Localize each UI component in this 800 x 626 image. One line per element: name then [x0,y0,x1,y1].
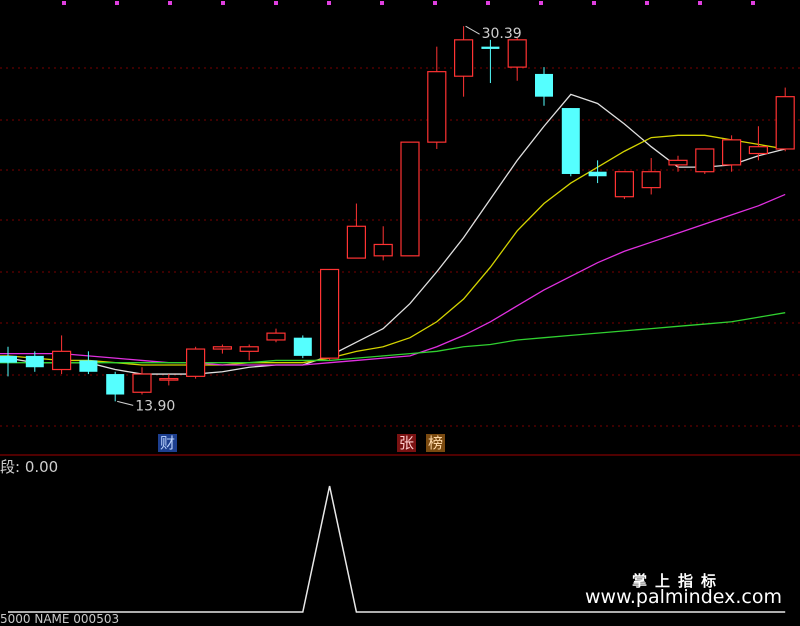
top-marker [380,1,384,5]
top-marker [221,1,225,5]
high-label: 30.39 [482,26,522,42]
top-marker [592,1,596,5]
top-marker [274,1,278,5]
sub-panel-label: 段: 0.00 [0,458,59,476]
high-pointer [465,25,480,35]
top-marker [645,1,649,5]
candle-body [132,373,152,393]
badge-zhang: 张 [397,434,417,452]
candle-body [51,350,72,371]
candle-body [427,71,447,143]
low-label: 13.90 [135,398,175,414]
candle-body [561,108,580,174]
candle-body [79,360,98,372]
candle-body [346,225,366,259]
top-marker [751,1,755,5]
candlestick-chart: 30.39 13.90 [0,1,800,613]
badge-bang: 榜 [426,434,446,452]
candle-body [320,268,340,359]
candle-body [212,346,232,350]
candle-body [535,73,553,97]
candle-body [668,159,688,166]
top-marker [698,1,702,5]
candle-body [641,171,661,189]
top-marker [486,1,490,5]
top-marker [539,1,543,5]
candle-body [695,148,715,173]
bottom-label: 5000 NAME 000503 [0,612,120,626]
candle-body [721,139,742,166]
candle-body [266,332,286,341]
candle-body [293,337,312,356]
candle-body [507,39,527,68]
top-marker [115,1,119,5]
candle-body [775,96,795,150]
badge-cai: 财 [158,434,178,452]
top-marker [62,1,66,5]
watermark-url: www.palmindex.com [585,586,783,608]
candle-body [0,355,17,363]
candle-body [186,348,206,377]
candle-body [106,374,125,395]
candle-body [748,146,769,155]
candle-body [481,46,500,49]
candle-body [588,171,607,177]
top-marker [168,1,172,5]
candle-body [614,171,635,198]
candle-body [159,378,179,381]
candle-body [373,243,393,257]
top-marker [433,1,437,5]
candle-body [25,355,44,368]
low-pointer [117,400,134,406]
top-marker [327,1,331,5]
candle-body [239,346,259,352]
candle-body [400,141,420,257]
candle-body [454,39,474,77]
